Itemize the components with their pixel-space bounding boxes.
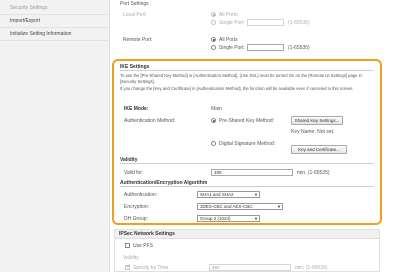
sidebar-item-initialize-settings[interactable]: Initialize Setting Information (0, 28, 110, 41)
use-pfs-checkbox[interactable] (125, 243, 130, 248)
ike-mode-label: IKE Mode: (124, 106, 149, 112)
specify-by-time-label: Specify by Time (133, 265, 169, 271)
use-pfs-label: Use PFS (133, 243, 154, 249)
key-and-certificate-button[interactable]: Key and Certificate... (291, 145, 347, 154)
chevron-down-icon: ▼ (254, 192, 258, 197)
encryption-select[interactable]: 3DES-CBC and AES-CBC ▼ (197, 203, 283, 210)
dh-group-select[interactable]: Group 2 (1024) ▼ (197, 215, 260, 222)
port-settings-title: Port Settings (120, 1, 149, 7)
ipsec-settings-panel: IPSec Network Settings Use PFS Validity … (114, 229, 380, 272)
auth-algo-select[interactable]: SHA1 and SHA2 ▼ (197, 191, 260, 198)
local-single-port-input[interactable] (247, 19, 284, 26)
ipsec-validity-label: Validity (123, 255, 139, 261)
digital-signature-radio[interactable] (211, 141, 216, 146)
sidebar: Security Settings Import/Export Initiali… (0, 0, 110, 272)
local-all-ports-label: All Ports (219, 12, 238, 18)
remote-single-port-label: Single Port: (219, 45, 245, 51)
specify-by-time-checkbox[interactable] (125, 263, 131, 270)
chevron-down-icon: ▼ (277, 204, 281, 209)
digital-signature-label: Digital Signature Method: (219, 141, 276, 147)
shared-key-settings-button[interactable]: Shared Key Settings... (291, 116, 343, 125)
sidebar-item-security-settings[interactable]: Security Settings (0, 2, 110, 15)
ike-description-1: To use the [Pre-Shared Key Method] in [A… (120, 73, 362, 84)
sidebar-item-import-export[interactable]: Import/Export (0, 15, 110, 28)
psk-method-radio[interactable] (211, 118, 216, 123)
psk-method-label: Pre-Shared Key Method: (219, 118, 275, 124)
encryption-value: 3DES-CBC and AES-CBC (200, 204, 253, 209)
valid-for-label: Valid for: (124, 170, 144, 176)
validity-title: Validity (120, 156, 374, 164)
ike-description-2: If you change the [Key and Certificate] … (120, 86, 354, 91)
key-name-status: Key Name: Not set. (291, 129, 335, 135)
algorithm-title: Authentication/Encryption Algorithm (120, 179, 374, 187)
remote-single-port-radio[interactable] (211, 45, 216, 50)
dh-group-label: DH Group: (124, 216, 148, 222)
valid-for-unit: min. (1-65535) (297, 170, 330, 176)
remote-single-port-input[interactable] (247, 44, 284, 51)
remote-all-ports-label: All Ports (219, 37, 238, 43)
local-single-port-label: Single Port: (219, 20, 245, 26)
valid-for-input[interactable]: 480 (211, 169, 293, 176)
remote-all-ports-radio[interactable] (211, 37, 216, 42)
ike-settings-panel: IKE Settings To use the [Pre-Shared Key … (112, 59, 382, 225)
ike-settings-title: IKE Settings (120, 63, 374, 71)
local-port-label: Local Port: (123, 12, 147, 18)
remote-port-range: (1-65535) (288, 45, 310, 51)
ike-mode-value: Main (211, 106, 222, 112)
encryption-label: Encryption: (124, 204, 150, 210)
local-all-ports-radio[interactable] (211, 12, 216, 17)
auth-algo-value: SHA1 and SHA2 (200, 192, 234, 197)
ipsec-time-unit: min. (1-65535) (295, 265, 328, 271)
local-single-port-radio[interactable] (211, 20, 216, 25)
local-port-range: (1-65535) (288, 20, 310, 26)
chevron-down-icon: ▼ (254, 216, 258, 221)
ipsec-time-input[interactable]: 480 (209, 264, 291, 271)
auth-algo-label: Authentication: (124, 192, 158, 198)
auth-method-label: Authentication Method: (124, 118, 176, 124)
ipsec-settings-title: IPSec Network Settings (115, 230, 379, 239)
remote-port-label: Remote Port: (123, 37, 153, 43)
dh-group-value: Group 2 (1024) (200, 216, 231, 221)
